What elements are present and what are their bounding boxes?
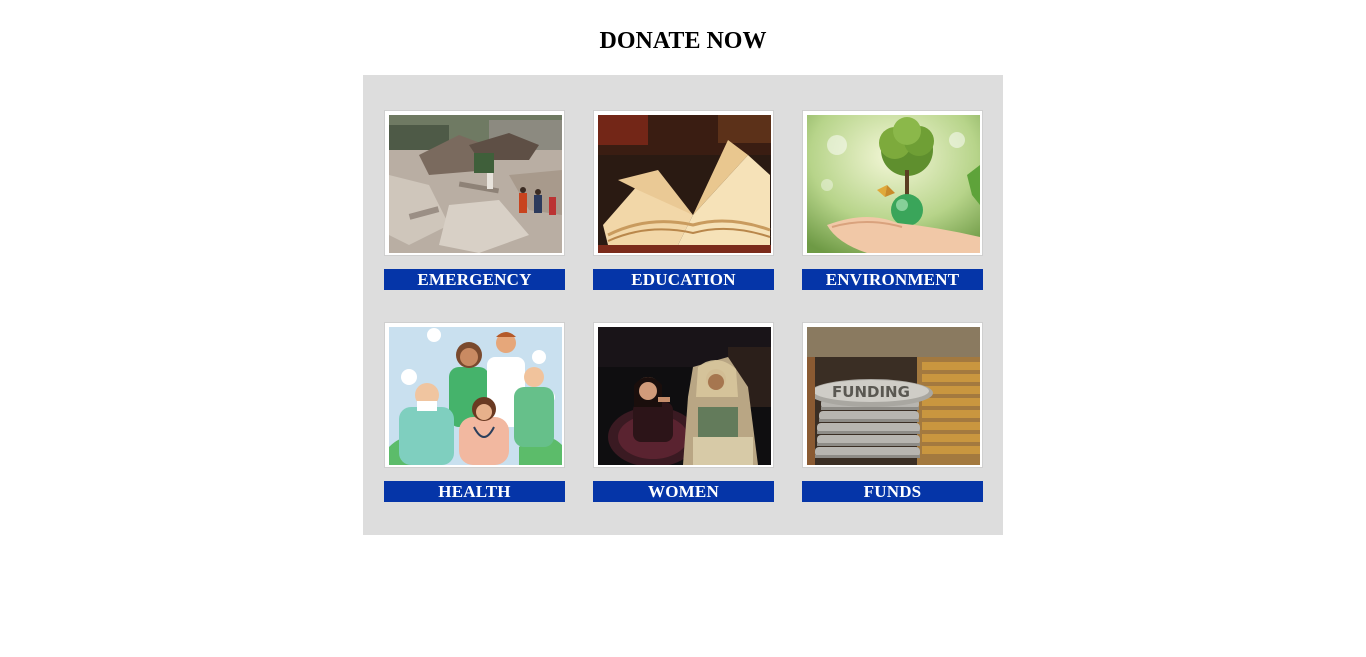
- svg-text:FUNDING: FUNDING: [832, 383, 910, 401]
- environment-image[interactable]: [802, 110, 983, 256]
- cause-label-emergency[interactable]: EMERGENCY: [384, 269, 565, 290]
- education-image[interactable]: [593, 110, 774, 256]
- donation-categories-panel: EMERGENCY EDUCATION ENVIRONMENT HEALTH W…: [363, 75, 1003, 535]
- cause-card-women[interactable]: WOMEN: [593, 322, 774, 502]
- cause-card-education[interactable]: EDUCATION: [593, 110, 774, 290]
- cause-label-health[interactable]: HEALTH: [384, 481, 565, 502]
- cause-label-funds[interactable]: FUNDS: [802, 481, 983, 502]
- open-book-photo: [598, 115, 771, 253]
- women-image[interactable]: [593, 322, 774, 468]
- cause-card-emergency[interactable]: EMERGENCY: [384, 110, 565, 290]
- funds-image[interactable]: FUNDING: [802, 322, 983, 468]
- cause-label-environment[interactable]: ENVIRONMENT: [802, 269, 983, 290]
- cause-card-environment[interactable]: ENVIRONMENT: [802, 110, 983, 290]
- cause-card-health[interactable]: HEALTH: [384, 322, 565, 502]
- healthcare-workers-illustration: [389, 327, 562, 465]
- two-women-seated-photo: [598, 327, 771, 465]
- earthquake-rubble-photo: [389, 115, 562, 253]
- cause-card-funds[interactable]: FUNDING FUNDS: [802, 322, 983, 502]
- cause-label-education[interactable]: EDUCATION: [593, 269, 774, 290]
- emergency-image[interactable]: [384, 110, 565, 256]
- hand-holding-tree-globe-photo: [807, 115, 980, 253]
- health-image[interactable]: [384, 322, 565, 468]
- funding-coin-stack-photo: FUNDING: [807, 327, 980, 465]
- page-title: DONATE NOW: [599, 28, 767, 54]
- cause-label-women[interactable]: WOMEN: [593, 481, 774, 502]
